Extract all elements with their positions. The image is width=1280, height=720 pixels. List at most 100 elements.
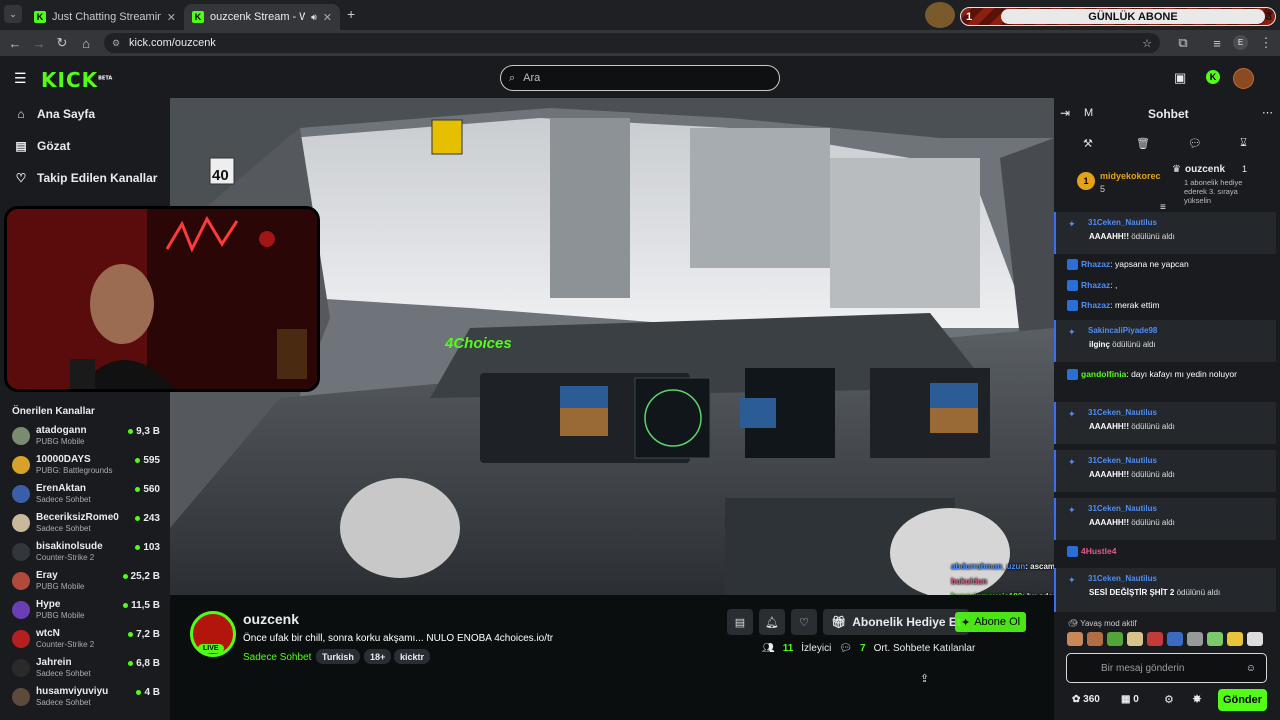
search-input[interactable] bbox=[521, 71, 766, 85]
tag-kicktr[interactable]: kicktr bbox=[394, 649, 431, 664]
sidebar-channel-husamviyuviyu[interactable]: husamviyuviyu Sadece Sohbet 4 B bbox=[12, 685, 160, 714]
new-tab-button[interactable]: + bbox=[347, 6, 355, 22]
kick-points-icon[interactable]: K bbox=[1206, 70, 1220, 84]
reading-list-icon[interactable]: ≡ bbox=[1208, 34, 1226, 52]
subscribe-button[interactable]: ✦ Abone Ol bbox=[955, 612, 1027, 632]
chat-reward-message[interactable]: ✦ SakincaliPiyade98 ilginç ödülünü aldı bbox=[1054, 320, 1276, 362]
chat-username[interactable]: Rhazaz bbox=[1081, 259, 1110, 269]
chat-reward-message[interactable]: ✦ 31Ceken_Nautilus AAAAHH!! ödülünü aldı bbox=[1054, 450, 1276, 492]
sidebar-channel-10000DAYS[interactable]: 10000DAYS PUBG: Battlegrounds 595 bbox=[12, 453, 160, 482]
home-icon[interactable]: ⌂ bbox=[77, 34, 95, 52]
chat-username[interactable]: SakincaliPiyade98 bbox=[1088, 326, 1157, 335]
sidebar-channel-bisakinolsude[interactable]: bisakinolsude Counter-Strike 2 103 bbox=[12, 540, 160, 569]
emote-icon[interactable] bbox=[1167, 632, 1183, 646]
sidebar-channel-BeceriksizRome0[interactable]: BeceriksizRome0 Sadece Sohbet 243 bbox=[12, 511, 160, 540]
collapse-chat-icon[interactable]: ⇥ bbox=[1060, 106, 1070, 120]
tag-18plus[interactable]: 18+ bbox=[364, 649, 392, 664]
tag-turkish[interactable]: Turkish bbox=[316, 649, 360, 664]
sidebar-item-home[interactable]: ⌂ Ana Sayfa bbox=[14, 107, 95, 121]
tab-list-icon[interactable]: ⌄ bbox=[4, 5, 22, 23]
forward-icon[interactable]: → bbox=[30, 34, 48, 52]
search-bar[interactable]: ⌕ bbox=[500, 65, 780, 91]
settings-gear-icon[interactable]: ⚙ bbox=[1164, 693, 1174, 706]
stream-category[interactable]: Sadece Sohbet bbox=[243, 652, 311, 663]
rewards-icon[interactable]: ✸ bbox=[1192, 692, 1202, 706]
chat-message[interactable]: Rhazaz: , bbox=[1067, 280, 1267, 292]
profile-avatar[interactable]: E bbox=[1233, 35, 1248, 50]
tab-just-chatting[interactable]: K Just Chatting Streaming - Live S ✕ bbox=[26, 4, 184, 30]
more-menu-icon[interactable]: ⋮ bbox=[1257, 34, 1275, 52]
chat-username[interactable]: 31Ceken_Nautilus bbox=[1088, 574, 1157, 583]
chat-reward-message[interactable]: ✦ 31Ceken_Nautilus AAAAHH!! ödülünü aldı bbox=[1054, 212, 1276, 254]
chat-username[interactable]: 4Hustle4 bbox=[1081, 546, 1116, 556]
chat-reward-message[interactable]: ✦ 31Ceken_Nautilus AAAAHH!! ödülünü aldı bbox=[1054, 498, 1276, 540]
speech-bubble-icon[interactable]: 💬︎ bbox=[1188, 137, 1202, 150]
gift-subscription-button[interactable]: 🎁︎ Abonelik Hediye Et bbox=[823, 609, 969, 635]
address-bar[interactable]: ⚙ kick.com/ouzcenk ☆ bbox=[104, 33, 1160, 53]
chat-message[interactable]: Rhazaz: merak ettim bbox=[1067, 300, 1267, 312]
chat-bubble-icon: 💬︎ bbox=[839, 643, 852, 654]
chat-username[interactable]: 31Ceken_Nautilus bbox=[1088, 456, 1157, 465]
sidebar-channel-ErenAktan[interactable]: ErenAktan Sadece Sohbet 560 bbox=[12, 482, 160, 511]
emote-icon[interactable] bbox=[1127, 632, 1143, 646]
tab-ouzcenk[interactable]: K ouzcenk Stream - Watch Liv 🔊︎ ✕ bbox=[184, 4, 340, 30]
emote-icon[interactable] bbox=[1107, 632, 1123, 646]
emote-icon[interactable] bbox=[1067, 632, 1083, 646]
share-icon[interactable]: ⇪ bbox=[920, 672, 929, 685]
kick-logo[interactable]: KICKBETA bbox=[41, 68, 112, 92]
hammer-icon[interactable]: ⚒ bbox=[1083, 137, 1093, 150]
chat-message[interactable]: 4Hustle4 bbox=[1067, 546, 1267, 558]
close-icon[interactable]: ✕ bbox=[323, 11, 332, 24]
clip-button[interactable]: ▤ bbox=[727, 609, 753, 635]
send-button[interactable]: Gönder bbox=[1218, 689, 1267, 711]
bookmark-star-icon[interactable]: ☆ bbox=[1142, 37, 1152, 50]
trash-icon[interactable]: 🗑︎ bbox=[1136, 137, 1150, 150]
chat-reward-message[interactable]: ✦ 31Ceken_Nautilus SESİ DEĞİŞTİR ŞHİT 2 öd… bbox=[1054, 568, 1276, 612]
chat-text: yapsana ne yapcan bbox=[1115, 259, 1189, 269]
chat-username[interactable]: gandolfinia bbox=[1081, 369, 1126, 379]
reward-suffix: ödülünü aldı bbox=[1112, 340, 1156, 349]
chat-username[interactable]: 31Ceken_Nautilus bbox=[1088, 408, 1157, 417]
chat-input-box[interactable]: ☺ bbox=[1066, 653, 1267, 683]
sidebar-channel-Hype[interactable]: Hype PUBG Mobile 11,5 B bbox=[12, 598, 160, 627]
chat-message[interactable]: Rhazaz: yapsana ne yapcan bbox=[1067, 259, 1267, 271]
hourglass-icon[interactable]: ⌛︎ bbox=[1240, 137, 1247, 150]
sidebar-channel-Eray[interactable]: Eray PUBG Mobile 25,2 B bbox=[12, 569, 160, 598]
emote-icon[interactable] bbox=[1087, 632, 1103, 646]
second-gifter-name[interactable]: ouzcenk bbox=[1185, 164, 1225, 175]
emote-icon[interactable] bbox=[1247, 632, 1263, 646]
top-gifter-name[interactable]: midyekokorec bbox=[1100, 171, 1161, 181]
badge-counter[interactable]: ▦ 0 bbox=[1121, 694, 1139, 705]
emote-icon[interactable] bbox=[1147, 632, 1163, 646]
back-icon[interactable]: ← bbox=[6, 34, 24, 52]
chat-more-icon[interactable]: ⋯ bbox=[1262, 106, 1273, 119]
emote-icon[interactable] bbox=[1187, 632, 1203, 646]
notification-button[interactable]: 🔔︎ bbox=[759, 609, 785, 635]
rewards-icon[interactable]: ▣ bbox=[1174, 70, 1186, 86]
hamburger-menu-icon[interactable]: ☰ bbox=[14, 70, 27, 87]
emote-icon[interactable] bbox=[1227, 632, 1243, 646]
chat-username[interactable]: 31Ceken_Nautilus bbox=[1088, 504, 1157, 513]
chat-username[interactable]: Rhazaz bbox=[1081, 280, 1110, 290]
reload-icon[interactable]: ↻ bbox=[53, 34, 71, 52]
chat-username[interactable]: Rhazaz bbox=[1081, 300, 1110, 310]
streamer-name[interactable]: ouzcenk bbox=[243, 611, 299, 627]
kick-points[interactable]: ✿ 360 bbox=[1072, 694, 1100, 705]
sidebar-item-browse[interactable]: ▤ Gözat bbox=[14, 139, 70, 153]
sidebar-channel-atadogann[interactable]: atadogann PUBG Mobile 9,3 B bbox=[12, 424, 160, 453]
emote-icon[interactable] bbox=[1207, 632, 1223, 646]
chat-message[interactable]: gandolfinia: dayı kafayı mı yedin noluyo… bbox=[1067, 369, 1267, 381]
sidebar-channel-Jahrein[interactable]: Jahrein Sadece Sohbet 6,8 B bbox=[12, 656, 160, 685]
chat-username[interactable]: 31Ceken_Nautilus bbox=[1088, 218, 1157, 227]
extensions-icon[interactable]: ⧉ bbox=[1174, 34, 1192, 52]
user-avatar[interactable] bbox=[1233, 68, 1254, 89]
chat-mode-icon[interactable]: M bbox=[1084, 107, 1093, 119]
emoji-icon[interactable]: ☺ bbox=[1246, 663, 1256, 674]
sidebar-item-following[interactable]: ♡ Takip Edilen Kanallar bbox=[14, 171, 158, 185]
sidebar-channel-wtcN[interactable]: wtcN Counter-Strike 2 7,2 B bbox=[12, 627, 160, 656]
chat-input[interactable] bbox=[1099, 661, 1253, 675]
chat-reward-message[interactable]: ✦ 31Ceken_Nautilus AAAAHH!! ödülünü aldı bbox=[1054, 402, 1276, 444]
follow-button[interactable]: ♡ bbox=[791, 609, 817, 635]
close-icon[interactable]: ✕ bbox=[167, 11, 176, 24]
site-info-icon[interactable]: ⚙ bbox=[112, 38, 120, 49]
